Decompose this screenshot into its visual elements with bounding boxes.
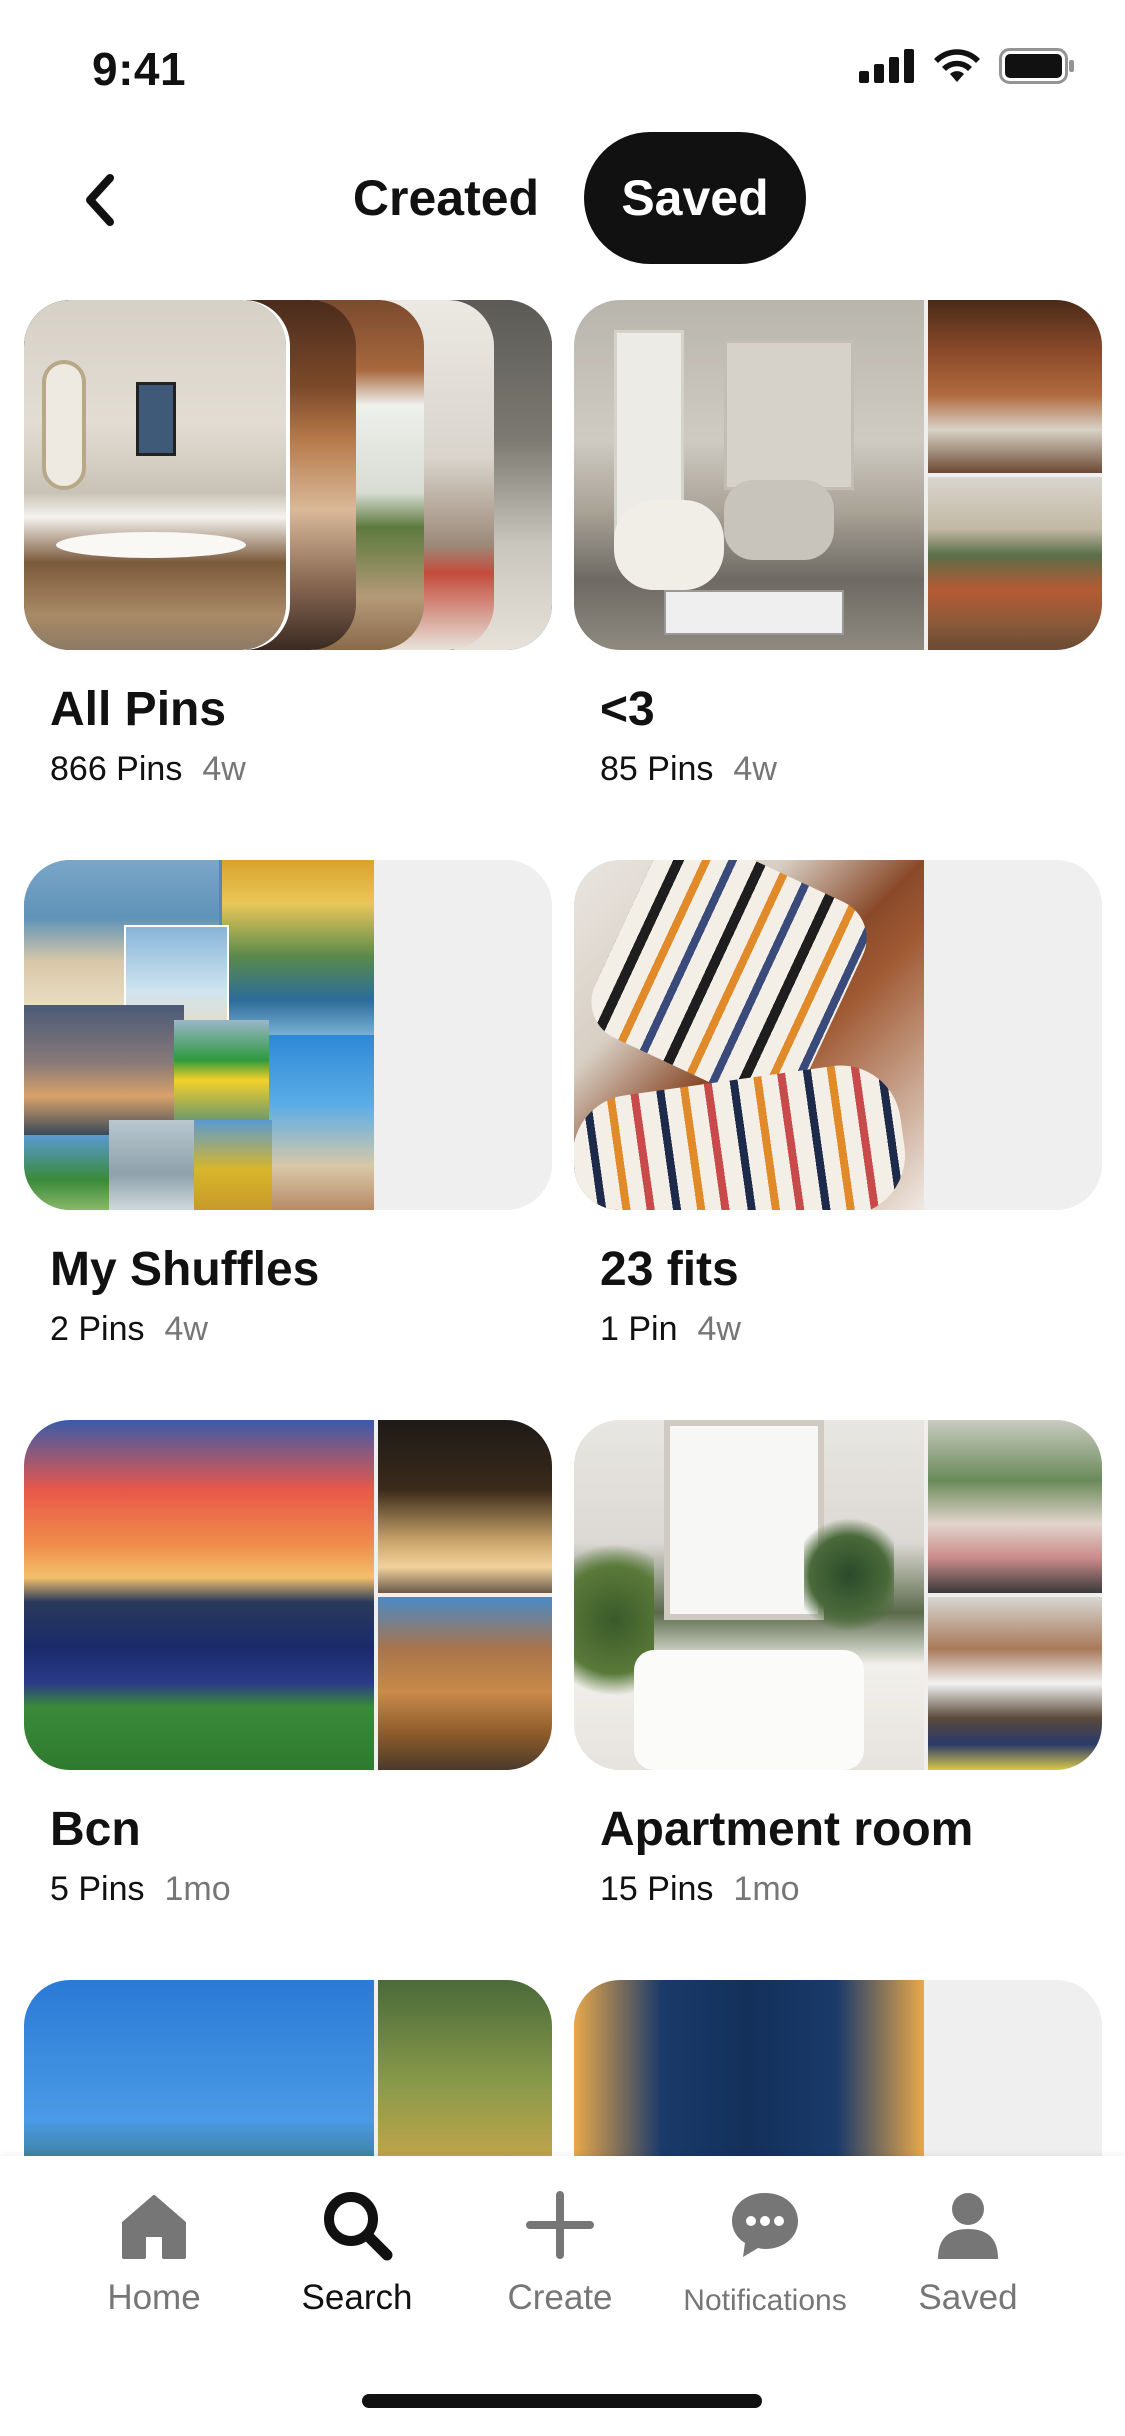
board-cover — [574, 860, 1102, 1210]
pin-count: 866 Pins — [50, 750, 183, 788]
board-meta: 15 Pins 1mo — [600, 1870, 800, 1909]
top-nav: Created Saved — [0, 130, 1125, 270]
board-meta: 5 Pins 1mo — [50, 1870, 231, 1909]
cover-image-main — [24, 1420, 374, 1770]
back-button[interactable] — [60, 160, 140, 240]
cover-image-main — [574, 300, 924, 650]
board-meta: 866 Pins 4w — [50, 750, 246, 789]
cover-placeholder — [928, 860, 1102, 1033]
board-cover — [574, 300, 1102, 650]
tab-label: Create — [507, 2278, 613, 2317]
wifi-icon — [934, 49, 980, 82]
tab-saved[interactable]: Saved — [584, 132, 806, 264]
pin-count: 15 Pins — [600, 1870, 714, 1908]
cellular-signal-icon — [859, 49, 914, 83]
pin-count: 1 Pin — [600, 1310, 678, 1348]
cover-image — [928, 477, 1102, 650]
cover-image-main — [24, 860, 374, 1210]
person-icon — [923, 2180, 1013, 2270]
board-title: <3 — [600, 683, 655, 736]
board-title: Apartment room — [600, 1803, 974, 1856]
board-cover — [24, 1420, 552, 1770]
cover-image — [378, 1597, 552, 1770]
pin-count: 85 Pins — [600, 750, 714, 788]
board-meta: 85 Pins 4w — [600, 750, 777, 789]
plus-icon — [515, 2180, 605, 2270]
status-time: 9:41 — [92, 43, 187, 95]
pin-count: 2 Pins — [50, 1310, 145, 1348]
chat-bubble-icon — [720, 2180, 810, 2270]
chevron-left-icon — [86, 174, 114, 226]
cover-placeholder — [378, 860, 552, 1033]
tab-created[interactable]: Created — [336, 132, 556, 264]
board-cover — [574, 1420, 1102, 1770]
cover-placeholder — [928, 1037, 1102, 1210]
board-age: 4w — [733, 750, 777, 788]
cover-image — [928, 1597, 1102, 1770]
cover-image — [928, 300, 1102, 473]
tab-create[interactable]: Create — [460, 2180, 660, 2330]
board-age: 4w — [697, 1310, 741, 1348]
board-meta: 1 Pin 4w — [600, 1310, 741, 1349]
cover-image — [378, 1420, 552, 1593]
status-icons — [859, 48, 1075, 84]
tab-label: Saved — [918, 2278, 1018, 2317]
bottom-tab-bar: Home Search Create Notifications Saved — [0, 2156, 1125, 2436]
board-meta: 2 Pins 4w — [50, 1310, 208, 1349]
cover-image — [24, 300, 286, 650]
board-age: 4w — [164, 1310, 208, 1348]
cover-image-main — [574, 860, 924, 1210]
board-title: My Shuffles — [50, 1243, 320, 1296]
tab-label: Search — [301, 2278, 413, 2317]
board-title: 23 fits — [600, 1243, 739, 1296]
battery-icon — [999, 48, 1074, 84]
cover-image-main — [574, 1420, 924, 1770]
board-title: All Pins — [50, 683, 227, 736]
pin-count: 5 Pins — [50, 1870, 145, 1908]
board-title: Bcn — [50, 1803, 141, 1856]
board-age: 1mo — [733, 1870, 800, 1908]
home-indicator — [362, 2394, 762, 2408]
tab-search[interactable]: Search — [257, 2180, 457, 2330]
tab-notifications[interactable]: Notifications — [665, 2180, 865, 2330]
tab-home[interactable]: Home — [54, 2180, 254, 2330]
board-age: 1mo — [164, 1870, 231, 1908]
board-age: 4w — [202, 750, 246, 788]
tab-saved-profile[interactable]: Saved — [868, 2180, 1068, 2330]
status-bar: 9:41 — [0, 0, 1125, 135]
cover-placeholder — [378, 1037, 552, 1210]
search-icon — [312, 2180, 402, 2270]
tab-label: Notifications — [683, 2284, 847, 2317]
board-cover — [24, 860, 552, 1210]
home-icon — [109, 2180, 199, 2270]
cover-image — [928, 1420, 1102, 1593]
tab-label: Home — [107, 2278, 201, 2317]
board-cover — [24, 300, 552, 650]
